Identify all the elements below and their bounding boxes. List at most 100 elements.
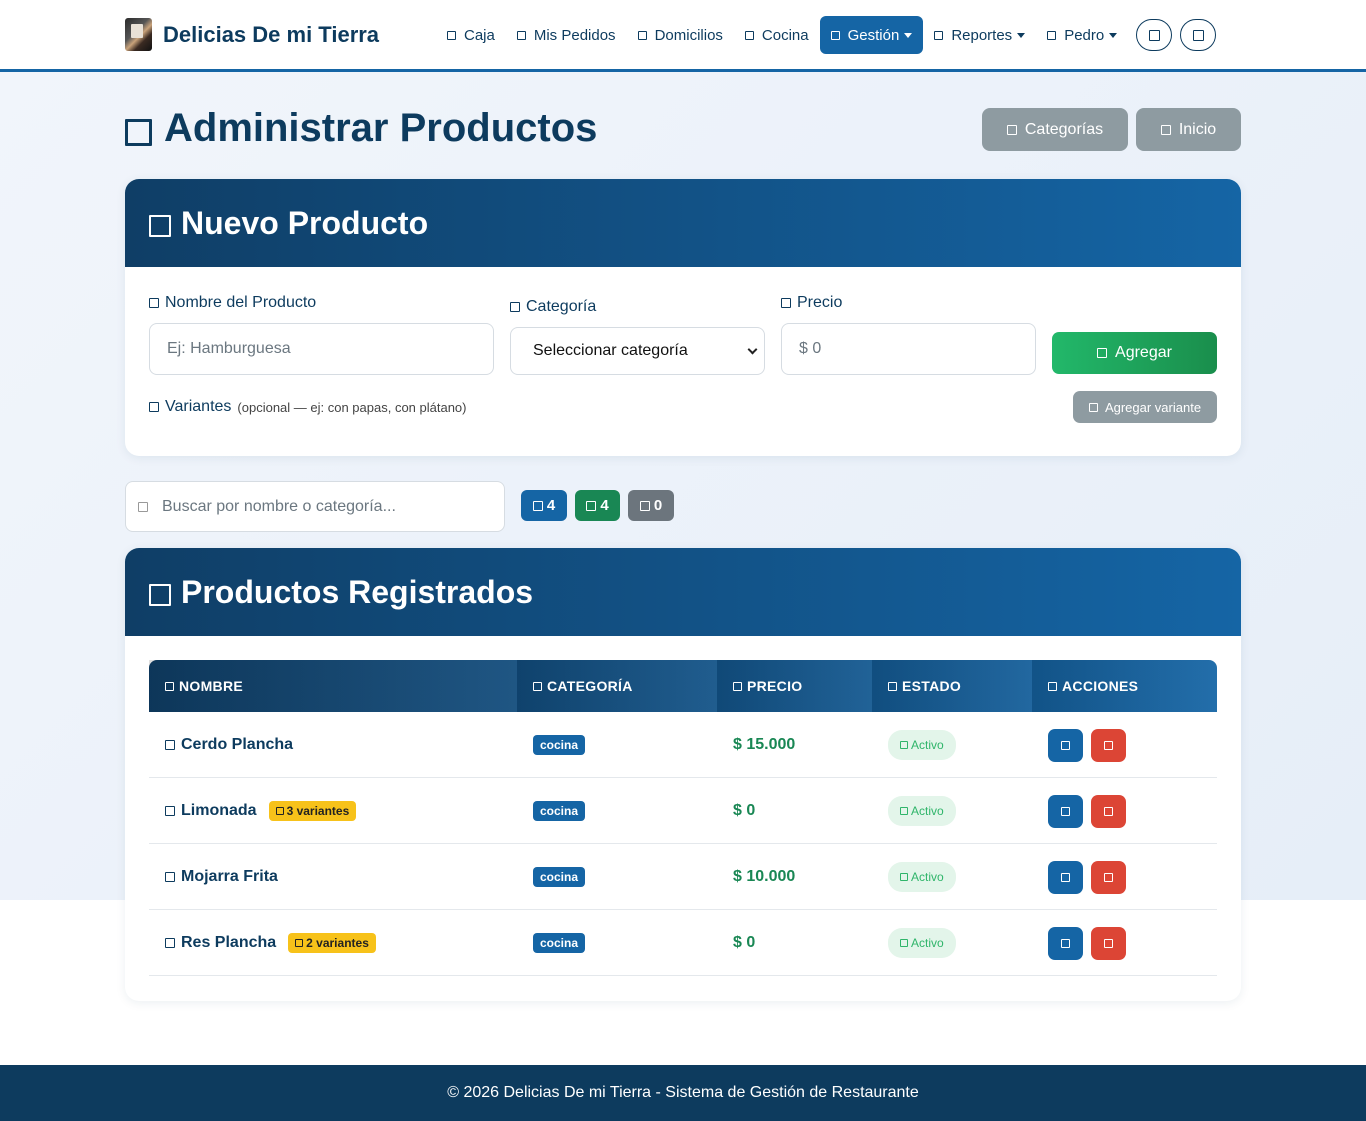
categories-button[interactable]: Categorías bbox=[982, 108, 1128, 151]
pencil-icon bbox=[1061, 806, 1070, 816]
delivery-icon bbox=[637, 30, 647, 40]
th-category[interactable]: CATEGORÍA bbox=[517, 660, 717, 712]
status-cell: Activo bbox=[888, 910, 956, 976]
nav-label: Cocina bbox=[761, 26, 809, 44]
nav-label: Caja bbox=[464, 26, 495, 44]
th-label: PRECIO bbox=[747, 678, 803, 694]
th-label: CATEGORÍA bbox=[547, 678, 633, 694]
price-input[interactable]: $ 0 bbox=[781, 323, 1036, 375]
status-label: Activo bbox=[911, 936, 944, 950]
delete-button[interactable] bbox=[1091, 926, 1126, 960]
products-title: Productos Registrados bbox=[181, 573, 534, 610]
chevron-down-icon bbox=[747, 344, 758, 354]
box-icon bbox=[125, 119, 152, 146]
add-product-button[interactable]: Agregar bbox=[1052, 332, 1217, 374]
theme-icon bbox=[1148, 29, 1160, 41]
brand[interactable]: Delicias De mi Tierra bbox=[125, 18, 379, 51]
caret-down-icon bbox=[1109, 32, 1118, 38]
box-icon bbox=[532, 500, 543, 511]
edit-button[interactable] bbox=[1048, 860, 1083, 894]
variants-count: 2 variantes bbox=[306, 936, 369, 950]
box-icon bbox=[165, 872, 175, 882]
home-icon bbox=[1160, 124, 1171, 135]
nav-item-cocina[interactable]: Cocina bbox=[734, 16, 820, 54]
th-price[interactable]: PRECIO bbox=[717, 660, 872, 712]
product-name-cell: Cerdo Plancha bbox=[149, 712, 293, 778]
status-cell: Activo bbox=[888, 844, 956, 910]
search-input[interactable]: Buscar por nombre o categoría... bbox=[125, 481, 505, 532]
delete-button[interactable] bbox=[1091, 794, 1126, 828]
plus-icon bbox=[1097, 348, 1108, 358]
edit-button[interactable] bbox=[1048, 794, 1083, 828]
th-label: ESTADO bbox=[902, 678, 962, 694]
tags-icon bbox=[1006, 124, 1017, 135]
categories-button-label: Categorías bbox=[1024, 120, 1104, 138]
category-badge: cocina bbox=[533, 867, 586, 887]
home-button[interactable]: Inicio bbox=[1136, 108, 1241, 151]
theme-toggle-button[interactable] bbox=[1136, 19, 1173, 51]
pencil-icon bbox=[1061, 740, 1070, 750]
th-name[interactable]: NOMBRE bbox=[149, 660, 517, 712]
nav-item-gestion[interactable]: Gestión bbox=[819, 16, 924, 54]
category-badge: cocina bbox=[533, 735, 586, 755]
status-badge[interactable]: Activo bbox=[888, 928, 956, 958]
navbar: Delicias De mi Tierra Caja Mis Pedidos D… bbox=[0, 0, 1366, 72]
price-placeholder: $ 0 bbox=[799, 340, 822, 357]
money-icon bbox=[733, 681, 742, 691]
edit-button[interactable] bbox=[1048, 926, 1083, 960]
variants-count: 3 variantes bbox=[286, 804, 350, 818]
th-status[interactable]: ESTADO bbox=[872, 660, 1032, 712]
table-header: NOMBRE CATEGORÍA PRECIO ESTADO ACCIONES bbox=[149, 660, 1217, 712]
status-badge[interactable]: Activo bbox=[888, 730, 956, 760]
list-icon bbox=[295, 939, 304, 947]
name-label: Nombre del Producto bbox=[149, 294, 316, 312]
fullscreen-button[interactable] bbox=[1180, 19, 1217, 51]
table-row: Res Plancha 2 variantes cocina $ 0 Activ… bbox=[149, 910, 1217, 976]
category-select[interactable]: Seleccionar categoría bbox=[510, 327, 765, 375]
money-icon bbox=[781, 298, 791, 308]
status-label: Activo bbox=[911, 870, 944, 884]
add-product-label: Agregar bbox=[1115, 344, 1172, 361]
add-variant-button[interactable]: Agregar variante bbox=[1073, 391, 1217, 423]
product-name-input[interactable]: Ej: Hamburguesa bbox=[149, 323, 494, 375]
add-variant-label: Agregar variante bbox=[1104, 399, 1202, 415]
category-cell: cocina bbox=[533, 910, 586, 976]
toggle-icon bbox=[888, 681, 897, 691]
box-icon bbox=[165, 938, 175, 948]
nav-item-caja[interactable]: Caja bbox=[436, 16, 506, 54]
box-icon bbox=[165, 740, 175, 750]
status-badge[interactable]: Activo bbox=[888, 796, 956, 826]
list-icon bbox=[275, 807, 284, 815]
folder-icon bbox=[533, 681, 542, 691]
brand-logo bbox=[125, 18, 152, 51]
check-icon bbox=[900, 873, 908, 881]
user-icon bbox=[1047, 30, 1057, 40]
status-cell: Activo bbox=[888, 712, 956, 778]
nav-item-domicilios[interactable]: Domicilios bbox=[627, 16, 734, 54]
nav-label: Gestión bbox=[847, 26, 900, 44]
price-label-text: Precio bbox=[797, 294, 843, 311]
orders-icon bbox=[516, 30, 526, 40]
table-row: Cerdo Plancha cocina $ 15.000 Activo bbox=[149, 712, 1217, 778]
th-label: ACCIONES bbox=[1062, 678, 1139, 694]
edit-button[interactable] bbox=[1048, 728, 1083, 762]
list-icon bbox=[149, 584, 171, 606]
nav-item-mis-pedidos[interactable]: Mis Pedidos bbox=[506, 16, 627, 54]
variants-label-text: Variantes bbox=[165, 398, 232, 415]
price-cell: $ 10.000 bbox=[733, 868, 796, 885]
product-name-placeholder: Ej: Hamburguesa bbox=[167, 340, 291, 357]
nav-label: Reportes bbox=[951, 26, 1013, 44]
nav-item-user[interactable]: Pedro bbox=[1036, 16, 1128, 54]
product-name: Mojarra Frita bbox=[181, 868, 278, 885]
cash-register-icon bbox=[447, 30, 456, 40]
nav-item-reportes[interactable]: Reportes bbox=[923, 16, 1036, 54]
active-count-badge: 4 bbox=[575, 490, 620, 521]
th-label: NOMBRE bbox=[179, 678, 244, 694]
actions-cell bbox=[1048, 910, 1126, 976]
new-product-header: Nuevo Producto bbox=[125, 179, 1241, 267]
delete-button[interactable] bbox=[1091, 728, 1126, 762]
delete-button[interactable] bbox=[1091, 860, 1126, 894]
box-icon bbox=[165, 806, 175, 816]
home-button-label: Inicio bbox=[1178, 120, 1217, 138]
status-badge[interactable]: Activo bbox=[888, 862, 956, 892]
